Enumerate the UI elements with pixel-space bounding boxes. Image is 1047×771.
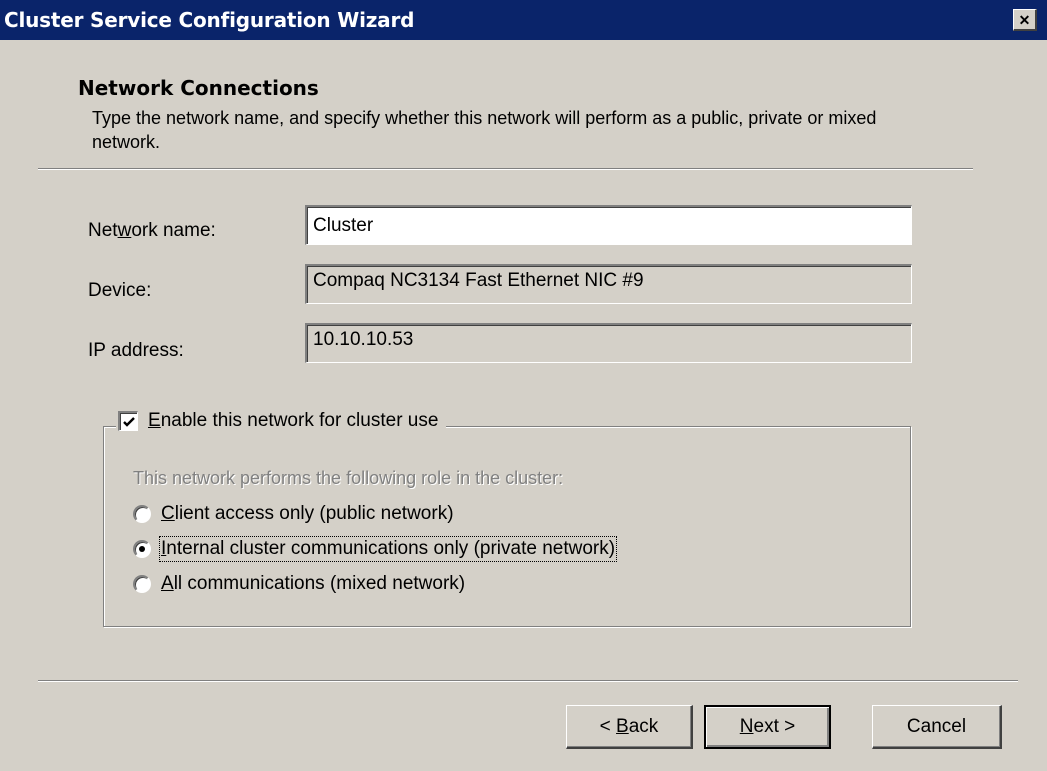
role-caption: This network performs the following role… — [133, 468, 564, 488]
wizard-window: Cluster Service Configuration Wizard ✕ N… — [0, 0, 1047, 771]
radio-button[interactable] — [133, 575, 151, 593]
close-icon: ✕ — [1018, 11, 1031, 28]
enable-cluster-label: Enable this network for cluster use — [148, 410, 439, 431]
device-label: Device: — [88, 280, 152, 301]
radio-label: All communications (mixed network) — [161, 573, 466, 594]
header-divider — [38, 168, 973, 170]
close-button[interactable]: ✕ — [1013, 9, 1037, 31]
radio-client-access[interactable]: Client access only (public network) — [133, 503, 454, 525]
page-description: Type the network name, and specify wheth… — [92, 108, 877, 152]
title-bar[interactable]: Cluster Service Configuration Wizard ✕ — [0, 0, 1047, 40]
enable-cluster-checkbox-row[interactable]: Enable this network for cluster use — [116, 410, 447, 432]
ip-address-field: 10.10.10.53 — [305, 323, 912, 363]
radio-all-communications[interactable]: All communications (mixed network) — [133, 573, 465, 595]
window-title: Cluster Service Configuration Wizard — [4, 8, 415, 32]
enable-cluster-checkbox[interactable] — [118, 411, 138, 431]
network-name-input[interactable] — [305, 205, 912, 245]
cancel-button[interactable]: Cancel — [872, 705, 1002, 749]
ip-address-label: IP address: — [88, 340, 184, 361]
radio-internal-cluster[interactable]: Internal cluster communications only (pr… — [133, 536, 618, 562]
radio-button[interactable] — [133, 505, 151, 523]
back-button[interactable]: < Back — [566, 705, 693, 749]
cluster-use-groupbox — [103, 426, 911, 627]
next-button[interactable]: Next > — [704, 705, 831, 749]
footer-divider — [38, 680, 1018, 682]
radio-dot-icon — [139, 546, 145, 552]
radio-label: Client access only (public network) — [161, 503, 454, 524]
page-title: Network Connections — [78, 76, 319, 100]
device-field: Compaq NC3134 Fast Ethernet NIC #9 — [305, 264, 912, 304]
network-name-label: Network name: — [88, 220, 216, 241]
radio-label: Internal cluster communications only (pr… — [158, 536, 618, 562]
checkmark-icon — [122, 416, 135, 427]
radio-button-selected[interactable] — [133, 540, 151, 558]
